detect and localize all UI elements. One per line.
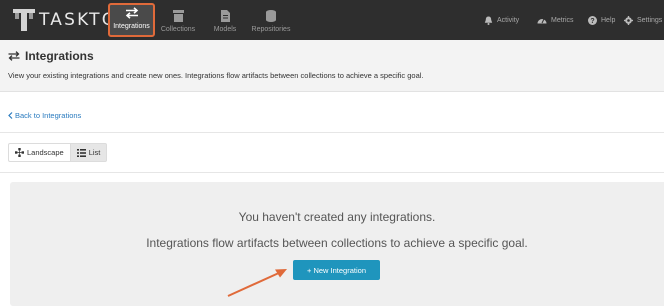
chevron-left-icon (8, 112, 13, 119)
empty-state-panel: You haven't created any integrations. In… (10, 182, 664, 306)
page-header: Integrations View your existing integrat… (0, 40, 664, 92)
nav-tab-label: Collections (160, 26, 196, 33)
divider (0, 172, 664, 173)
nav-metrics-label: Metrics (551, 16, 574, 24)
gear-icon (624, 15, 633, 25)
nav-tab-collections[interactable]: Collections (160, 0, 196, 40)
nav-tab-repositories[interactable]: Repositories (250, 0, 292, 40)
archive-box-icon (172, 9, 184, 23)
nav-metrics[interactable]: Metrics (537, 0, 574, 40)
document-icon (220, 9, 230, 23)
nav-activity-label: Activity (497, 16, 520, 24)
svg-text:?: ? (590, 18, 594, 25)
landscape-view-button[interactable]: Landscape (8, 143, 71, 162)
view-toggle: Landscape List (8, 143, 108, 162)
page-title: Integrations (8, 49, 94, 63)
swap-arrows-icon (8, 51, 20, 61)
bell-icon (484, 16, 493, 25)
divider (0, 132, 664, 133)
question-circle-icon: ? (588, 15, 597, 25)
nav-help[interactable]: ? Help (588, 0, 615, 40)
list-label: List (88, 148, 101, 157)
empty-state-heading: You haven't created any integrations. (238, 210, 436, 224)
swap-arrows-icon (125, 6, 139, 20)
page-title-text: Integrations (25, 49, 94, 63)
list-view-button[interactable]: List (70, 143, 108, 162)
annotation-arrow-icon (227, 269, 287, 297)
new-integration-button[interactable]: + New Integration (293, 260, 380, 280)
page-description: View your existing integrations and crea… (8, 71, 424, 80)
top-navbar: TASKTOP Integrations Collections Models … (0, 0, 664, 40)
nav-activity[interactable]: Activity (484, 0, 519, 40)
logo-mark-icon (13, 9, 35, 31)
landscape-nodes-icon (15, 148, 24, 157)
nav-help-label: Help (601, 16, 616, 24)
back-link-label: Back to Integrations (15, 111, 82, 120)
nav-tab-label: Integrations (113, 23, 150, 30)
database-icon (266, 9, 276, 23)
nav-tab-label: Repositories (251, 26, 291, 33)
landscape-label: Landscape (27, 148, 64, 157)
list-icon (76, 148, 86, 157)
gauge-icon (537, 18, 547, 24)
nav-tab-models[interactable]: Models (210, 0, 240, 40)
nav-tab-integrations[interactable]: Integrations (108, 3, 155, 37)
nav-tab-label: Models (213, 26, 237, 33)
back-to-integrations-link[interactable]: Back to Integrations (8, 111, 81, 120)
empty-state-description: Integrations flow artifacts between coll… (146, 236, 528, 250)
nav-settings[interactable]: Settings (624, 0, 662, 40)
nav-settings-label: Settings (637, 16, 663, 24)
